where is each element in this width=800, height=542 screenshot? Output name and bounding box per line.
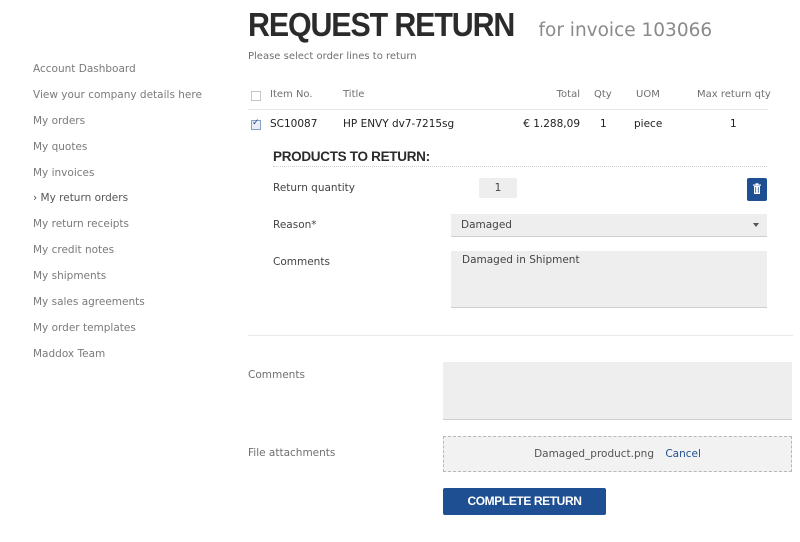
sidebar-item-my-orders[interactable]: My orders	[33, 114, 233, 140]
return-quantity-label: Return quantity	[273, 182, 355, 194]
products-to-return-heading: PRODUCTS TO RETURN:	[273, 149, 430, 164]
sidebar-item-company-details[interactable]: View your company details here	[33, 88, 233, 114]
row-checkbox[interactable]	[251, 118, 261, 130]
column-header-title: Title	[343, 89, 365, 100]
file-attachment-dropzone[interactable]: Damaged_product.png Cancel	[443, 436, 792, 472]
complete-return-request-button[interactable]: COMPLETE RETURN REQUEST	[443, 488, 606, 535]
section-divider	[273, 166, 767, 167]
sidebar-item-my-invoices[interactable]: My invoices	[33, 166, 233, 192]
column-header-item-no: Item No.	[270, 89, 313, 100]
reason-select[interactable]: Damaged	[451, 214, 767, 237]
row-uom: piece	[634, 118, 663, 130]
comments-textarea[interactable]	[443, 362, 792, 420]
line-comments-label: Comments	[273, 256, 330, 268]
file-attachments-label: File attachments	[248, 447, 336, 459]
sidebar-item-account-dashboard[interactable]: Account Dashboard	[33, 62, 233, 88]
return-quantity-input[interactable]: 1	[479, 178, 517, 198]
page-header: REQUEST RETURN for invoice 103066	[248, 6, 712, 44]
sidebar-item-maddox-team[interactable]: Maddox Team	[33, 347, 233, 373]
column-header-uom: UOM	[636, 89, 660, 100]
sidebar-item-my-sales-agreements[interactable]: My sales agreements	[33, 295, 233, 321]
delete-line-button[interactable]	[747, 178, 767, 201]
row-total: € 1.288,09	[523, 118, 580, 130]
sidebar-item-my-return-orders[interactable]: › My return orders	[33, 191, 233, 217]
account-sidebar: Account Dashboard View your company deta…	[33, 62, 233, 373]
reason-label: Reason*	[273, 219, 317, 231]
page-subtitle: for invoice 103066	[538, 20, 713, 41]
column-header-max-return-qty: Max return qty	[697, 89, 771, 100]
sidebar-item-my-return-receipts[interactable]: My return receipts	[33, 217, 233, 243]
sidebar-item-my-order-templates[interactable]: My order templates	[33, 321, 233, 347]
instruction-text: Please select order lines to return	[248, 51, 417, 62]
row-title: HP ENVY dv7-7215sg	[343, 118, 455, 130]
reason-select-value: Damaged	[461, 219, 512, 231]
cancel-attachment-link[interactable]: Cancel	[665, 448, 701, 460]
row-item-no: SC10087	[270, 118, 318, 130]
sidebar-item-my-quotes[interactable]: My quotes	[33, 140, 233, 166]
sidebar-item-my-shipments[interactable]: My shipments	[33, 269, 233, 295]
trash-icon	[753, 183, 761, 194]
row-qty: 1	[600, 118, 607, 130]
page-title: REQUEST RETURN	[248, 6, 515, 43]
select-all-checkbox[interactable]	[251, 91, 261, 101]
comments-label: Comments	[248, 369, 305, 381]
column-header-qty: Qty	[594, 89, 612, 100]
attached-file-name: Damaged_product.png	[534, 448, 654, 460]
row-max-return-qty: 1	[730, 118, 737, 130]
chevron-down-icon	[753, 223, 759, 227]
column-header-total: Total	[556, 89, 580, 100]
line-comments-textarea[interactable]: Damaged in Shipment	[451, 251, 767, 308]
sidebar-item-my-credit-notes[interactable]: My credit notes	[33, 243, 233, 269]
form-separator	[248, 335, 793, 336]
table-header-divider	[248, 109, 768, 110]
